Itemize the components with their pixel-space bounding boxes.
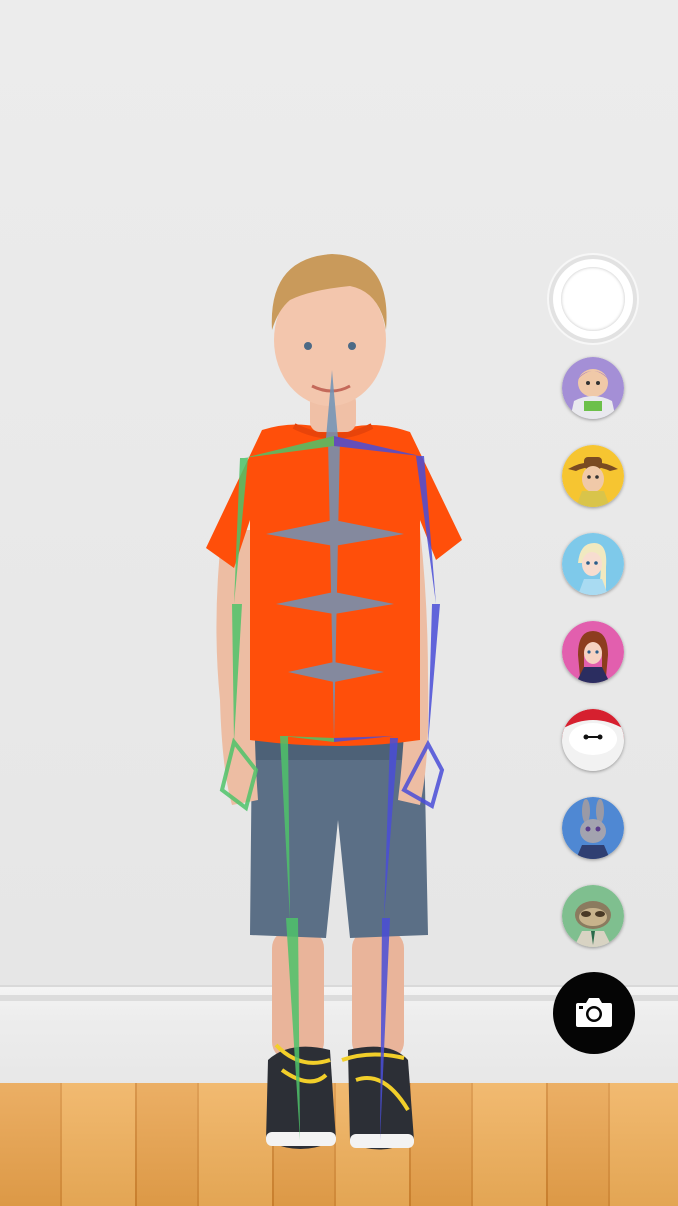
anna-avatar[interactable] <box>562 621 624 683</box>
camera-preview <box>0 0 678 1206</box>
camera-icon <box>576 998 612 1027</box>
judy-hopps-avatar[interactable] <box>562 797 624 859</box>
elsa-avatar[interactable] <box>562 533 624 595</box>
flash-sloth-avatar[interactable] <box>562 885 624 947</box>
baymax-avatar[interactable] <box>562 709 624 771</box>
shutter-inner <box>561 267 625 331</box>
buzz-lightyear-avatar[interactable] <box>562 357 624 419</box>
capture-button[interactable] <box>553 972 635 1054</box>
circle-shutter-icon[interactable] <box>553 259 633 339</box>
woody-avatar[interactable] <box>562 445 624 507</box>
